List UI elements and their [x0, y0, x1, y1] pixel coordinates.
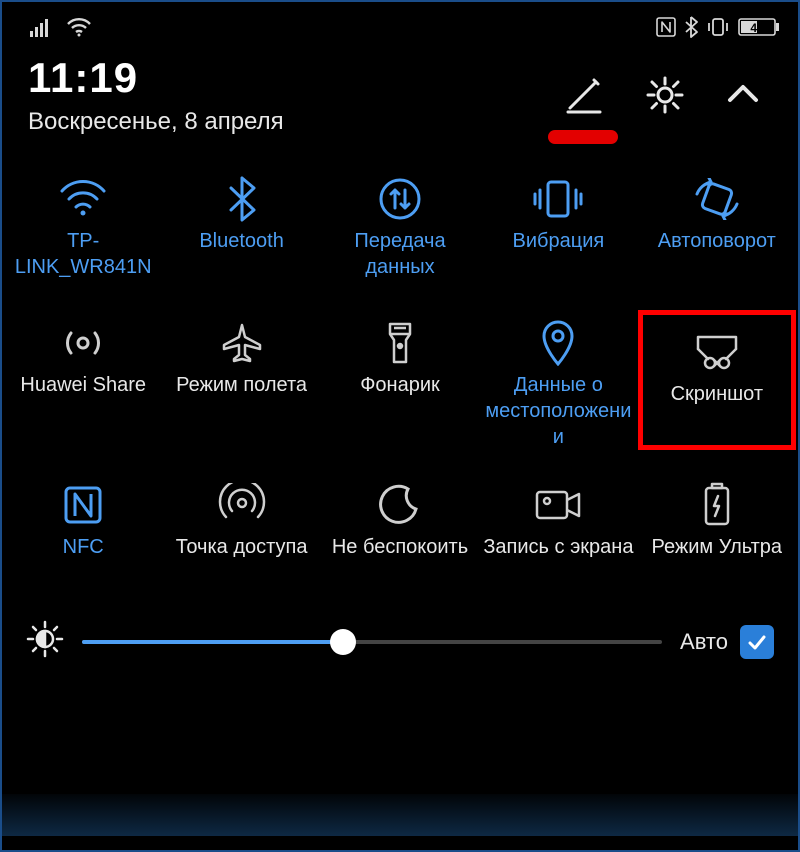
auto-checkbox[interactable] — [740, 625, 774, 659]
header-actions — [560, 72, 772, 118]
tile-label: Вибрация — [511, 228, 607, 280]
tile-dnd[interactable]: Не беспокоить — [321, 472, 479, 594]
tile-label: Скриншот — [669, 381, 765, 433]
wifi-icon — [58, 170, 108, 228]
screen-record-icon — [533, 476, 583, 534]
data-transfer-icon — [377, 170, 423, 228]
flashlight-icon — [384, 314, 416, 372]
tile-autorotate[interactable]: Автоповорот — [638, 166, 796, 288]
settings-button[interactable] — [644, 74, 686, 116]
tile-huawei-share[interactable]: Huawei Share — [4, 310, 162, 450]
svg-text:48: 48 — [750, 21, 764, 35]
bluetooth-status-icon — [684, 16, 698, 38]
tile-mobile-data[interactable]: Передача данных — [321, 166, 479, 288]
signal-icon — [30, 17, 56, 37]
tile-label: Автоповорот — [656, 228, 778, 280]
tile-location[interactable]: Данные о местоположении — [479, 310, 637, 450]
edit-highlight — [548, 130, 618, 144]
vibrate-status-icon — [706, 17, 730, 37]
quick-settings-panel: 48 11:19 Воскресенье, 8 апреля — [2, 2, 798, 850]
tile-label: Передача данных — [321, 228, 479, 280]
slider-thumb[interactable] — [330, 629, 356, 655]
screenshot-icon — [692, 323, 742, 381]
tile-nfc[interactable]: NFC — [4, 472, 162, 594]
tile-label: Режим Ультра — [650, 534, 785, 586]
location-icon — [540, 314, 576, 372]
nfc-status-icon — [656, 17, 676, 37]
tile-label: Фонарик — [358, 372, 442, 424]
tile-screenshot[interactable]: Скриншот — [638, 310, 796, 450]
wifi-status-icon — [66, 17, 92, 37]
tile-label: Точка доступа — [174, 534, 310, 586]
hotspot-icon — [218, 476, 266, 534]
autorotate-icon — [691, 170, 743, 228]
auto-label: Авто — [680, 629, 728, 655]
tile-label: Данные о местоположении — [479, 372, 637, 450]
tile-label: TP-LINK_WR841N — [4, 228, 162, 280]
tile-airplane[interactable]: Режим полета — [162, 310, 320, 450]
tile-label: Запись с экрана — [481, 534, 635, 586]
header: 11:19 Воскресенье, 8 апреля — [2, 48, 798, 150]
date: Воскресенье, 8 апреля — [28, 108, 284, 136]
tile-hotspot[interactable]: Точка доступа — [162, 472, 320, 594]
collapse-button[interactable] — [724, 76, 762, 114]
tile-screen-record[interactable]: Запись с экрана — [479, 472, 637, 594]
ultra-icon — [702, 476, 732, 534]
status-left — [30, 17, 92, 37]
vibration-icon — [531, 170, 585, 228]
nfc-icon — [62, 476, 104, 534]
header-clock: 11:19 Воскресенье, 8 апреля — [28, 54, 284, 136]
tile-label: Huawei Share — [18, 372, 148, 424]
quick-tiles: TP-LINK_WR841N Bluetooth Передача данных… — [2, 150, 798, 600]
slider-fill — [82, 640, 343, 644]
battery-icon: 48 — [738, 17, 780, 37]
status-bar: 48 — [2, 2, 798, 48]
edit-button[interactable] — [560, 72, 606, 118]
tile-vibration[interactable]: Вибрация — [479, 166, 637, 288]
tile-ultra[interactable]: Режим Ультра — [638, 472, 796, 594]
bottom-accent — [2, 794, 798, 836]
brightness-row: Авто — [2, 600, 798, 681]
auto-brightness-toggle[interactable]: Авто — [680, 625, 774, 659]
brightness-icon — [26, 620, 64, 663]
bluetooth-icon — [227, 170, 257, 228]
status-right: 48 — [656, 16, 780, 38]
tile-label: Режим полета — [174, 372, 309, 424]
tile-label: Bluetooth — [197, 228, 286, 280]
dnd-icon — [378, 476, 422, 534]
tile-flashlight[interactable]: Фонарик — [321, 310, 479, 450]
tile-label: NFC — [61, 534, 106, 586]
huawei-share-icon — [57, 314, 109, 372]
brightness-slider[interactable] — [82, 640, 662, 644]
tile-bluetooth[interactable]: Bluetooth — [162, 166, 320, 288]
airplane-icon — [220, 314, 264, 372]
tile-wifi[interactable]: TP-LINK_WR841N — [4, 166, 162, 288]
tile-label: Не беспокоить — [330, 534, 470, 586]
time: 11:19 — [28, 54, 284, 102]
